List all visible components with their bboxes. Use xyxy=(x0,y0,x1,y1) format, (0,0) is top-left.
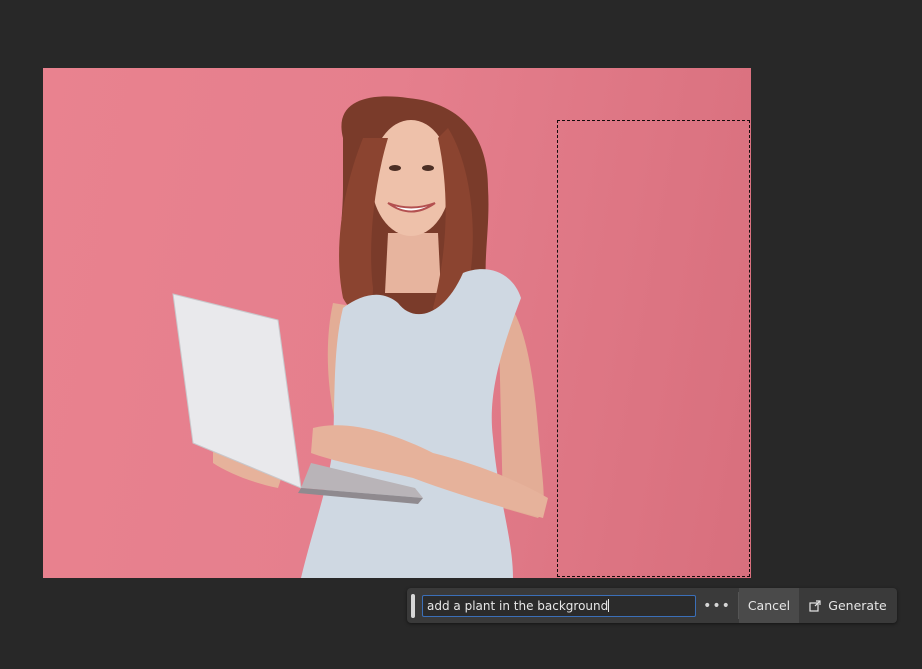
cancel-label: Cancel xyxy=(747,598,791,613)
generative-fill-icon xyxy=(809,599,821,612)
marquee-selection[interactable] xyxy=(557,120,750,577)
generate-label: Generate xyxy=(828,598,887,613)
generate-button[interactable]: Generate xyxy=(799,588,897,623)
prompt-input[interactable]: add a plant in the background xyxy=(422,594,696,617)
cancel-button[interactable]: Cancel xyxy=(739,588,799,623)
contextual-task-bar: add a plant in the background ••• Cancel… xyxy=(407,588,897,623)
text-caret xyxy=(608,598,610,612)
prompt-input-text: add a plant in the background xyxy=(427,598,609,613)
workspace: add a plant in the background ••• Cancel… xyxy=(0,0,922,669)
drag-handle[interactable] xyxy=(411,593,415,618)
more-options-button[interactable]: ••• xyxy=(696,588,738,623)
ellipsis-icon: ••• xyxy=(703,597,731,614)
